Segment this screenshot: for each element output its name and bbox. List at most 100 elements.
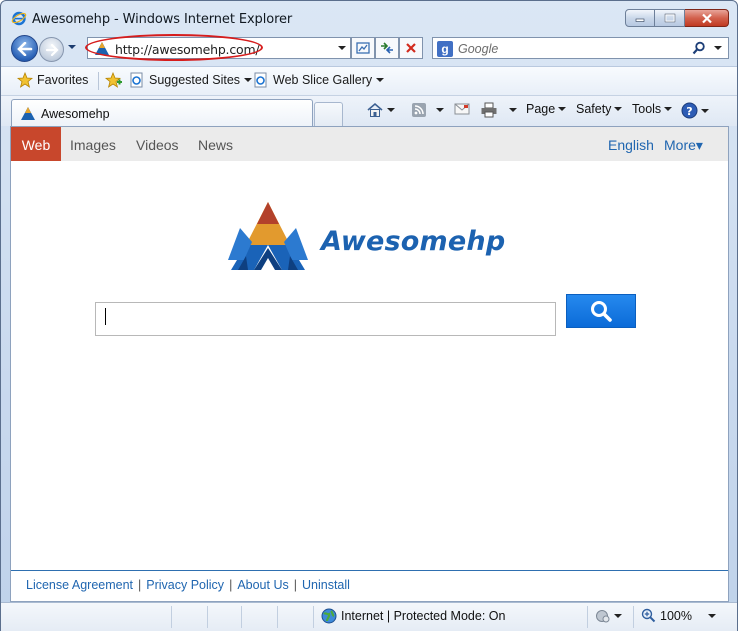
forward-arrow-icon bbox=[45, 43, 59, 56]
zoom-icon bbox=[641, 608, 656, 623]
favorites-bar: Favorites Suggested Sites Web Slice Gall… bbox=[1, 66, 737, 95]
chevron-down-icon bbox=[376, 78, 385, 82]
privacy-policy-link[interactable]: Privacy Policy bbox=[146, 578, 224, 592]
footer-links: License Agreement | Privacy Policy | Abo… bbox=[26, 578, 350, 592]
stop-icon bbox=[406, 43, 416, 53]
web-slice-gallery-label: Web Slice Gallery bbox=[273, 73, 373, 87]
forward-button[interactable] bbox=[39, 37, 64, 62]
stop-button[interactable] bbox=[399, 37, 423, 59]
main-search-input[interactable] bbox=[95, 302, 556, 336]
status-divider bbox=[633, 606, 634, 628]
status-divider bbox=[207, 606, 208, 628]
top-navigation: Web Images Videos News English More▾ bbox=[11, 127, 728, 161]
footer-separator: | bbox=[138, 578, 142, 592]
ie-page-icon bbox=[130, 72, 143, 88]
navigation-row: http://awesomehp.com/ g Google bbox=[1, 31, 737, 65]
magnifier-icon[interactable] bbox=[692, 41, 706, 55]
close-button[interactable] bbox=[685, 9, 729, 27]
status-divider bbox=[277, 606, 278, 628]
chevron-down-icon bbox=[701, 108, 709, 113]
status-divider bbox=[241, 606, 242, 628]
search-bar[interactable]: g Google bbox=[432, 37, 729, 59]
page-menu-label: Page bbox=[526, 102, 556, 116]
language-selector[interactable]: English bbox=[608, 127, 654, 161]
title-bar: Awesomehp - Windows Internet Explorer bbox=[1, 1, 737, 31]
feeds-button[interactable] bbox=[411, 102, 444, 118]
protected-mode-button[interactable] bbox=[595, 608, 622, 624]
security-zone[interactable]: Internet | Protected Mode: On bbox=[321, 608, 505, 624]
toolbar-separator bbox=[98, 72, 99, 90]
help-menu[interactable]: ? bbox=[681, 102, 709, 119]
nav-news[interactable]: News bbox=[198, 127, 233, 161]
chevron-down-icon bbox=[707, 613, 716, 618]
browser-window: Awesomehp - Windows Internet Explorer ht… bbox=[0, 0, 738, 631]
add-to-favorites-button[interactable] bbox=[105, 72, 123, 88]
search-placeholder: Google bbox=[458, 42, 499, 56]
status-divider bbox=[313, 606, 314, 628]
close-icon bbox=[701, 13, 712, 23]
maximize-button[interactable] bbox=[655, 9, 685, 27]
safety-menu-label: Safety bbox=[576, 102, 612, 116]
page-menu[interactable]: Page bbox=[526, 102, 567, 116]
logo-wordmark: Awesomehp bbox=[321, 226, 506, 257]
chevron-down-icon bbox=[387, 108, 395, 112]
compatibility-view-button[interactable] bbox=[351, 37, 375, 59]
rss-feed-icon bbox=[412, 103, 426, 117]
search-provider-dropdown[interactable] bbox=[714, 46, 722, 50]
chevron-down-icon bbox=[244, 78, 253, 82]
ie-page-icon bbox=[254, 72, 267, 88]
footer-divider bbox=[11, 570, 728, 571]
about-us-link[interactable]: About Us bbox=[237, 578, 288, 592]
tab-label: Awesomehp bbox=[41, 107, 110, 121]
window-title: Awesomehp - Windows Internet Explorer bbox=[32, 12, 293, 27]
address-bar[interactable]: http://awesomehp.com/ bbox=[87, 37, 351, 59]
web-slice-gallery-link[interactable]: Web Slice Gallery bbox=[253, 72, 385, 88]
nav-images[interactable]: Images bbox=[70, 127, 116, 161]
refresh-button[interactable] bbox=[375, 37, 399, 59]
tools-menu-label: Tools bbox=[632, 102, 662, 116]
status-bar: Internet | Protected Mode: On 100% bbox=[1, 602, 737, 631]
favicon-pyramid-icon bbox=[95, 42, 109, 55]
chevron-down-icon bbox=[614, 107, 623, 111]
ie-logo-icon bbox=[11, 11, 27, 26]
chevron-down-icon bbox=[664, 107, 673, 111]
magnifier-icon bbox=[591, 301, 612, 322]
license-agreement-link[interactable]: License Agreement bbox=[26, 578, 133, 592]
suggested-sites-label: Suggested Sites bbox=[149, 73, 241, 87]
compatibility-icon bbox=[356, 42, 370, 54]
search-submit-button[interactable] bbox=[566, 294, 636, 328]
print-button[interactable] bbox=[480, 102, 517, 118]
favorites-button[interactable]: Favorites bbox=[17, 72, 88, 88]
add-favorites-icon bbox=[105, 72, 122, 88]
chevron-down-icon bbox=[614, 614, 622, 618]
status-divider bbox=[171, 606, 172, 628]
favicon-pyramid-icon bbox=[21, 107, 35, 120]
new-tab-button[interactable] bbox=[314, 102, 343, 126]
recent-pages-dropdown[interactable] bbox=[68, 45, 76, 49]
home-button[interactable] bbox=[366, 102, 395, 118]
safety-menu[interactable]: Safety bbox=[576, 102, 623, 116]
google-icon: g bbox=[437, 41, 453, 57]
caption-buttons bbox=[625, 9, 729, 27]
minimize-button[interactable] bbox=[625, 9, 655, 27]
help-icon: ? bbox=[681, 102, 698, 119]
nav-videos[interactable]: Videos bbox=[136, 127, 179, 161]
suggested-sites-link[interactable]: Suggested Sites bbox=[129, 72, 253, 88]
back-button[interactable] bbox=[11, 35, 38, 62]
favorites-label: Favorites bbox=[37, 73, 89, 87]
favorites-star-icon bbox=[17, 72, 33, 88]
zone-text: Internet | Protected Mode: On bbox=[341, 609, 506, 623]
address-dropdown[interactable] bbox=[338, 46, 346, 50]
page-viewport: Web Images Videos News English More▾ Awe… bbox=[10, 126, 729, 602]
tab-awesomehp[interactable]: Awesomehp bbox=[11, 99, 313, 126]
chevron-down-icon bbox=[558, 107, 567, 111]
more-menu[interactable]: More▾ bbox=[664, 127, 703, 161]
nav-web[interactable]: Web bbox=[11, 127, 61, 161]
chevron-down-icon bbox=[509, 108, 517, 112]
zoom-level-button[interactable]: 100% bbox=[641, 608, 716, 623]
read-mail-button[interactable] bbox=[454, 102, 470, 116]
uninstall-link[interactable]: Uninstall bbox=[302, 578, 350, 592]
protected-mode-icon bbox=[596, 610, 610, 623]
mail-icon bbox=[454, 103, 470, 115]
tools-menu[interactable]: Tools bbox=[632, 102, 673, 116]
